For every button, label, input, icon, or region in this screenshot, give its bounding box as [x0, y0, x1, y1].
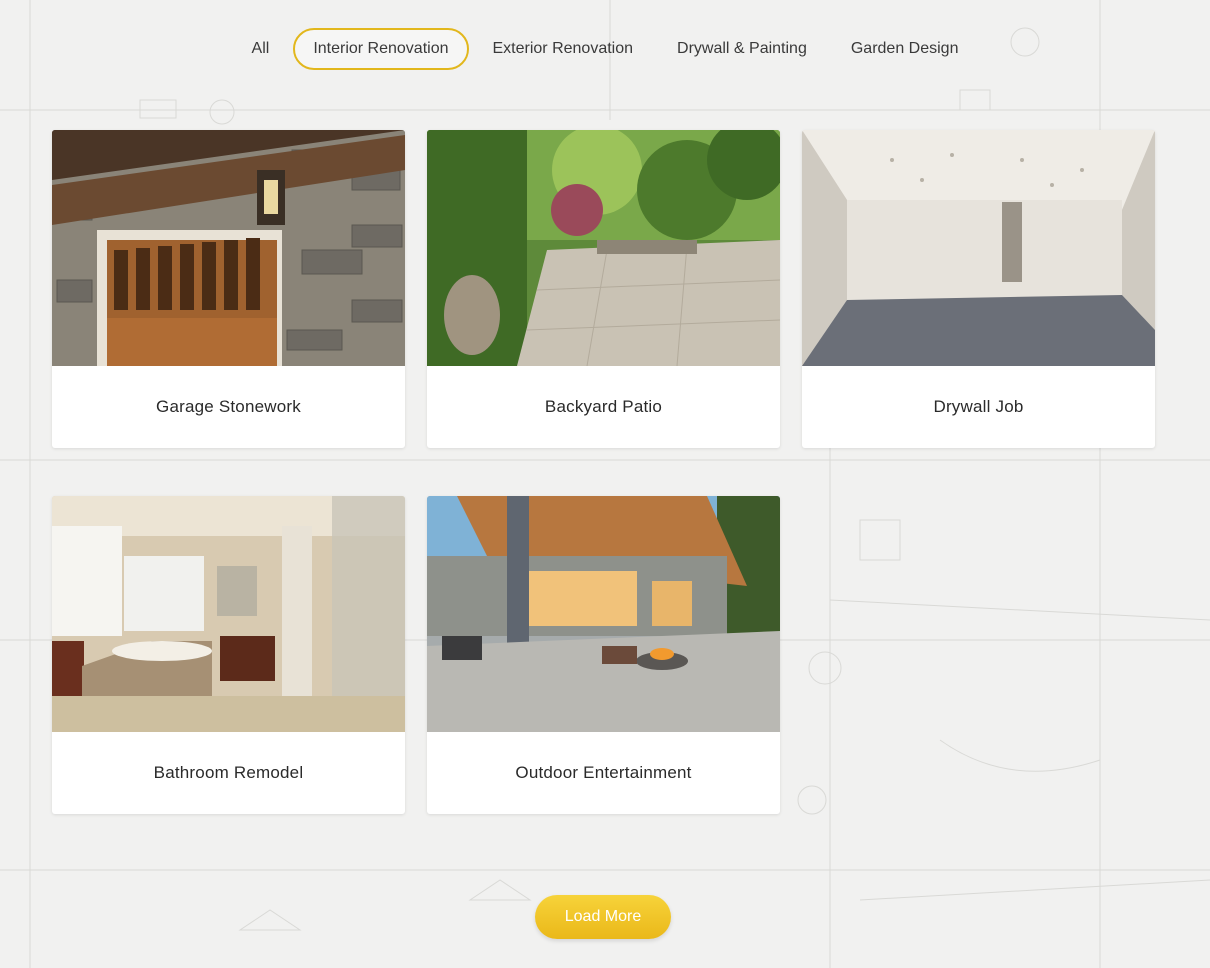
filter-tab-exterior-renovation[interactable]: Exterior Renovation [473, 28, 654, 70]
project-title: Bathroom Remodel [153, 763, 304, 782]
project-title: Garage Stonework [156, 397, 301, 416]
project-image-outdoor-entertainment [427, 496, 780, 732]
project-card-garage-stonework[interactable]: Garage Stonework [52, 130, 405, 448]
project-title: Drywall Job [933, 397, 1024, 416]
project-card-backyard-patio[interactable]: Backyard Patio [427, 130, 780, 448]
filter-tab-interior-renovation[interactable]: Interior Renovation [293, 28, 469, 70]
project-image-garage-stonework [52, 130, 405, 366]
project-image-backyard-patio [427, 130, 780, 366]
filter-tab-garden-design[interactable]: Garden Design [831, 28, 979, 70]
project-title: Backyard Patio [544, 397, 663, 416]
filter-tab-drywall-painting[interactable]: Drywall & Painting [657, 28, 827, 70]
project-card-bathroom-remodel[interactable]: Bathroom Remodel [52, 496, 405, 814]
project-card-outdoor-entertainment[interactable]: Outdoor Entertainment [427, 496, 780, 814]
project-title: Outdoor Entertainment [515, 763, 692, 782]
project-image-drywall-job [802, 130, 1155, 366]
portfolio-section: All Interior Renovation Exterior Renovat… [0, 0, 1210, 968]
filter-tab-all[interactable]: All [232, 28, 290, 70]
portfolio-filter-bar: All Interior Renovation Exterior Renovat… [0, 26, 1210, 72]
project-card-drywall-job[interactable]: Drywall Job [802, 130, 1155, 448]
project-image-bathroom-remodel [52, 496, 405, 732]
load-more-button[interactable]: Load More [535, 895, 671, 939]
